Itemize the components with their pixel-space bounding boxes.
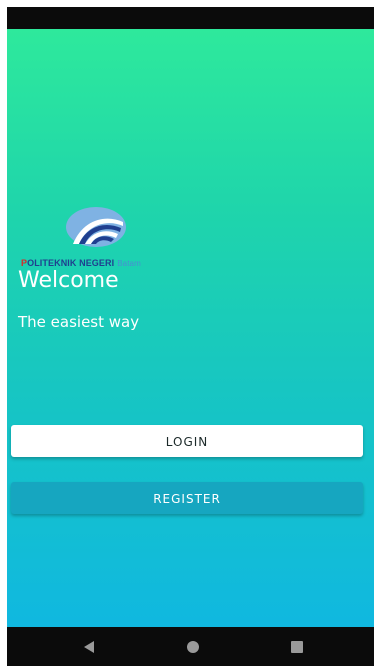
welcome-subtitle: The easiest way: [18, 313, 140, 331]
logo-text: POLITEKNIK NEGERI Batam: [21, 258, 141, 268]
polytechnic-emblem-icon: [66, 207, 126, 247]
register-button[interactable]: REGISTER: [11, 482, 363, 514]
recent-apps-button[interactable]: [285, 635, 309, 659]
home-circle-icon: [187, 641, 199, 653]
welcome-title: Welcome: [18, 268, 119, 293]
recent-apps-square-icon: [291, 641, 303, 653]
home-button[interactable]: [181, 635, 205, 659]
back-triangle-icon: [84, 641, 94, 653]
status-bar: [7, 7, 374, 29]
logo: POLITEKNIK NEGERI Batam: [21, 206, 181, 270]
navigation-bar: [7, 627, 374, 666]
back-button[interactable]: [77, 635, 101, 659]
logo-text-sub: Batam: [117, 259, 141, 268]
login-button[interactable]: LOGIN: [11, 425, 363, 457]
logo-text-main: OLITEKNIK NEGERI: [27, 258, 115, 268]
device-frame: POLITEKNIK NEGERI Batam Welcome The easie…: [0, 0, 374, 666]
